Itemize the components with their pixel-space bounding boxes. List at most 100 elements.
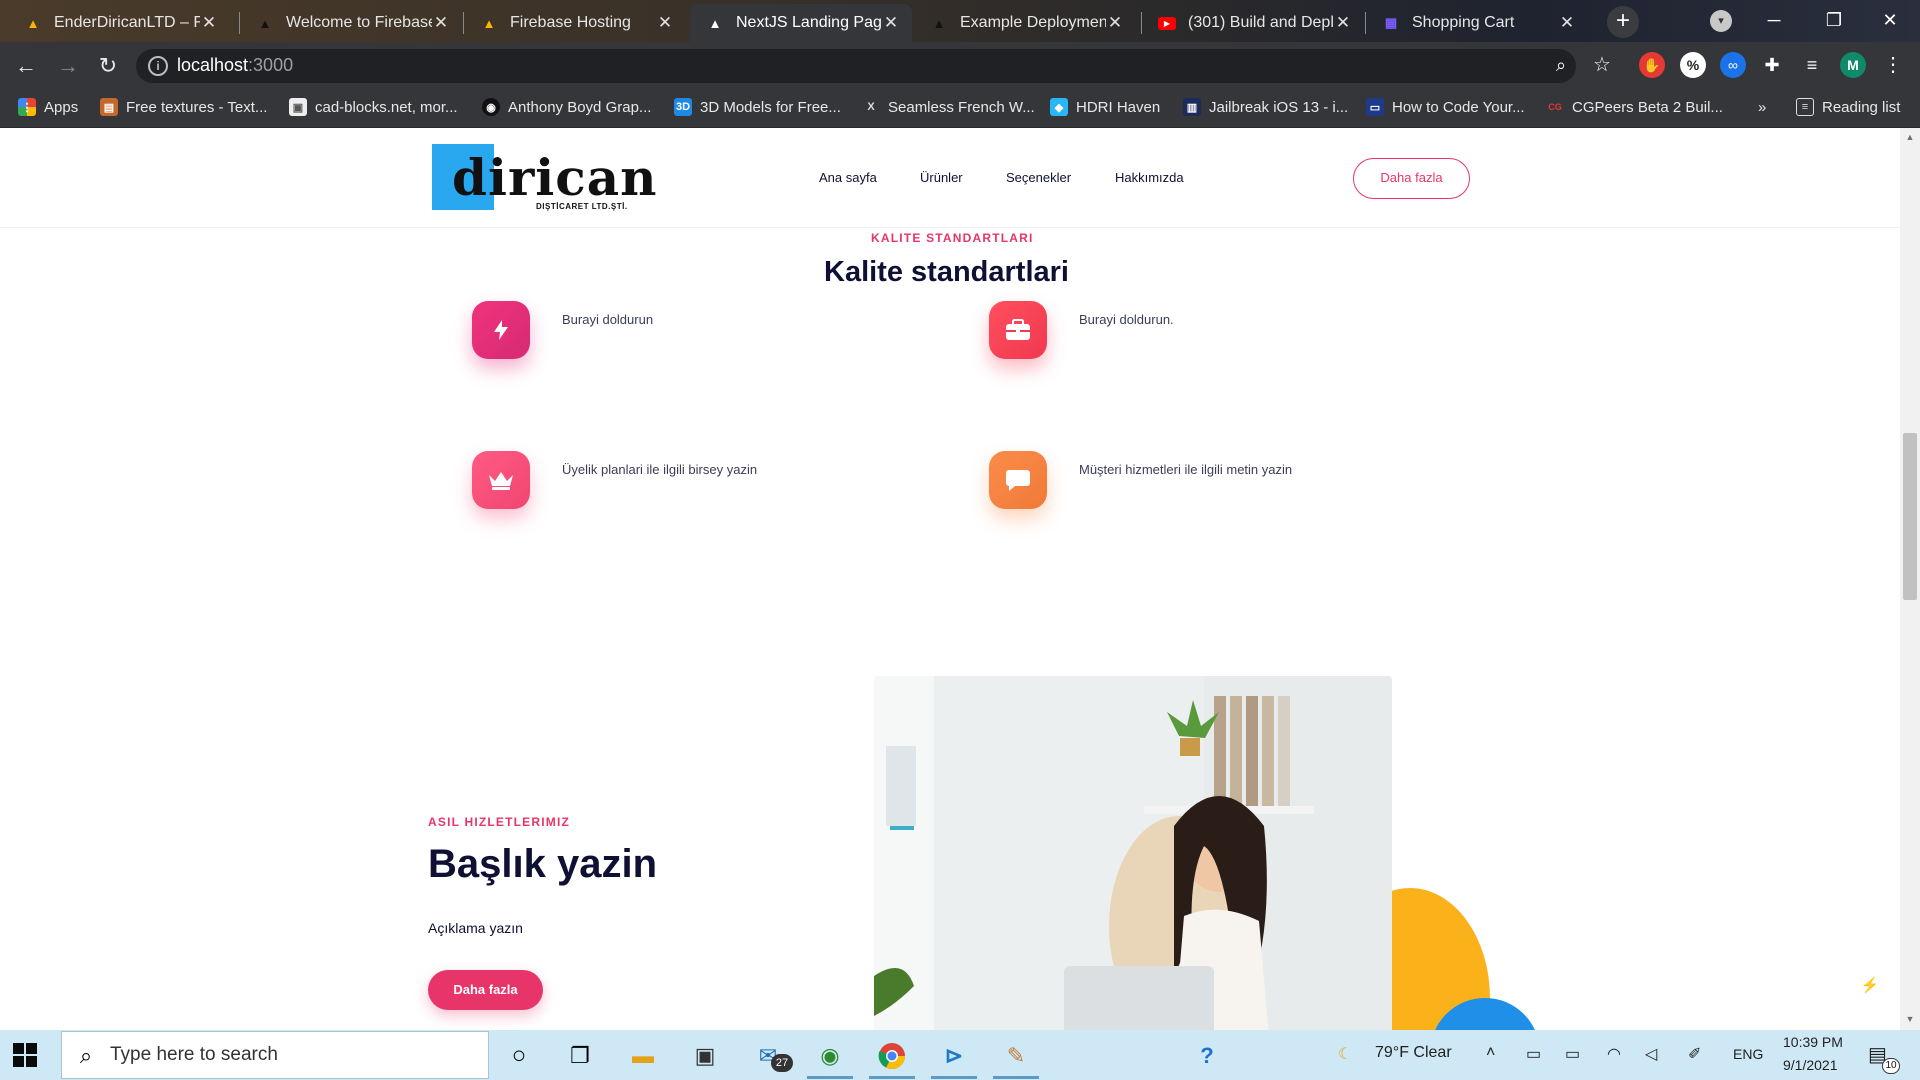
cgpeers-icon: CG [1548,102,1562,112]
utorrent-icon[interactable]: ◉ [812,1038,848,1074]
bookmark-apps[interactable]: ⋮ Apps [18,96,78,118]
meet-now-icon[interactable]: ▭ [1526,1044,1541,1064]
extension-hand-icon[interactable]: ✋ [1639,52,1665,78]
anthony-boyd-icon: ◉ [482,98,500,116]
microsoft-store-icon[interactable]: ▣ [687,1038,723,1074]
search-icon: ⌕ [79,1043,93,1068]
taskbar-running-indicator [993,1076,1039,1079]
close-icon[interactable]: ✕ [200,13,218,33]
nav-link-hakkimizda[interactable]: Hakkımızda [1115,170,1184,185]
vercel-icon: ▲ [708,15,722,31]
close-icon[interactable]: ✕ [432,13,450,33]
media-queue-icon[interactable]: ≡ [1799,52,1825,78]
quality-title: Kalite standartlari [824,256,1069,288]
close-icon[interactable]: ✕ [1558,13,1576,33]
profile-avatar[interactable]: M [1840,52,1866,78]
new-tab-button[interactable]: + [1607,6,1639,38]
bookmark-3d-models[interactable]: 3D 3D Models for Free... [674,96,841,118]
bookmark-cgpeers[interactable]: CG CGPeers Beta 2 Buil... [1546,96,1723,118]
apps-grid-icon: ⋮ [18,98,36,116]
forward-arrow-icon[interactable]: → [52,50,84,82]
youtube-icon: ▶ [1158,14,1176,32]
help-icon[interactable]: ? [1189,1038,1225,1074]
volume-icon[interactable]: ◁ [1645,1044,1657,1064]
zoom-icon[interactable]: ⌕ [1548,52,1574,78]
tab-youtube-build-deploy[interactable]: ▶ (301) Build and Deplo ✕ [1142,4,1364,42]
tab-nextjs-landing-page[interactable]: ▲ NextJS Landing Page ✕ [690,4,912,42]
file-explorer-icon[interactable]: ▬ [625,1038,661,1074]
address-bar[interactable] [136,49,1576,83]
extension-shield-icon[interactable]: % [1680,52,1706,78]
tab-example-deployment[interactable]: ▲ Example Deployment ✕ [914,4,1136,42]
feature-text-4: Müşteri hizmetleri ile ilgili metin yazi… [1079,462,1293,477]
tab-shopping-cart[interactable]: ▦ Shopping Cart ✕ [1366,4,1588,42]
back-arrow-icon[interactable]: ← [10,50,42,82]
weather-text[interactable]: 79°F Clear [1375,1044,1452,1062]
header-more-button[interactable]: Daha fazla [1353,158,1470,199]
close-icon[interactable]: ✕ [1106,13,1124,33]
scroll-down-arrow-icon[interactable]: ▼ [1904,1014,1916,1024]
bookmark-seamless-french[interactable]: X Seamless French W... [862,96,1034,118]
nav-link-secenekler[interactable]: Seçenekler [1006,170,1071,185]
logo-wordmark: dirican [452,148,658,207]
battery-icon[interactable]: ▭ [1565,1044,1580,1064]
bookmark-cad-blocks[interactable]: ▣ cad-blocks.net, mor... [289,96,458,118]
extension-infinity-icon[interactable]: ∞ [1720,52,1746,78]
nav-link-urunler[interactable]: Ürünler [920,170,963,185]
paint-icon[interactable]: ✎ [998,1038,1034,1074]
cortana-icon[interactable]: ○ [501,1038,537,1074]
vscode-icon[interactable]: ⊳ [936,1038,972,1074]
tab-welcome-firebase[interactable]: ▲ Welcome to Firebase ✕ [240,4,462,42]
bookmark-star-icon[interactable]: ☆ [1589,52,1615,78]
reload-icon[interactable]: ↻ [92,50,124,82]
clock-time[interactable]: 10:39 PM [1783,1034,1843,1050]
bookmarks-overflow-icon[interactable]: » [1758,96,1766,118]
close-icon[interactable]: ✕ [1334,13,1352,33]
tray-chevron-icon[interactable]: ˄ [1486,1044,1495,1062]
task-view-icon[interactable]: ❐ [562,1038,598,1074]
tab-firebase-hosting[interactable]: ▲ Firebase Hosting ✕ [464,4,686,42]
taskbar-running-indicator [869,1076,915,1079]
tab-search-icon[interactable]: ▾ [1710,10,1732,32]
feature-text-3: Üyelik planlari ile ilgili birsey yazin [562,462,758,477]
logo-subtitle: DIŞTİCARET LTD.ŞTİ. [536,202,628,211]
language-indicator[interactable]: ENG [1733,1046,1763,1062]
reading-list[interactable]: ≡ Reading list [1796,96,1900,118]
minimize-icon[interactable]: ─ [1746,0,1802,40]
clock-date[interactable]: 9/1/2021 [1783,1057,1838,1073]
brick-texture-icon: ▤ [100,98,118,116]
close-icon[interactable]: ✕ [656,13,674,33]
3d-models-icon: 3D [674,98,692,116]
tab-enderdiricanltd[interactable]: ▲ EnderDiricanLTD – Fire ✕ [8,4,230,42]
chrome-icon[interactable] [874,1038,910,1074]
site-header: dirican DIŞTİCARET LTD.ŞTİ. Ana sayfa Ür… [0,128,1900,228]
firebase-icon: ▲ [26,15,40,31]
nav-link-ana-sayfa[interactable]: Ana sayfa [819,170,877,185]
taskbar-search-placeholder: Type here to search [110,1044,278,1065]
windows-start-icon[interactable] [12,1042,38,1068]
scrollbar-thumb[interactable] [1903,433,1917,600]
site-info-icon[interactable]: i [148,56,168,76]
bookmark-free-textures[interactable]: ▤ Free textures - Text... [100,96,267,118]
speed-title: Başlık yazin [428,842,658,886]
bookmark-anthony-boyd[interactable]: ◉ Anthony Boyd Grap... [482,96,651,118]
wifi-icon[interactable]: ◠ [1607,1044,1621,1064]
feature-text-1: Burayi doldurun [562,312,654,327]
bookmark-hdri-haven[interactable]: ◆ HDRI Haven [1050,96,1160,118]
extensions-puzzle-icon[interactable]: ✚ [1759,52,1785,78]
address-url[interactable]: localhost:3000 [177,55,293,76]
lightning-float-icon[interactable]: ⚡ [1860,976,1880,996]
bookmark-how-to-code[interactable]: ▭ How to Code Your... [1366,96,1525,118]
menu-kebab-icon[interactable]: ⋮ [1880,52,1906,78]
close-window-icon[interactable]: ✕ [1862,0,1918,40]
jailbreak-icon: ▥ [1183,98,1201,116]
pen-icon[interactable]: ✐ [1688,1044,1701,1064]
bookmark-jailbreak-ios[interactable]: ▥ Jailbreak iOS 13 - i... [1183,96,1348,118]
close-icon[interactable]: ✕ [882,13,900,33]
site-logo[interactable]: dirican DIŞTİCARET LTD.ŞTİ. [432,144,657,214]
scroll-up-arrow-icon[interactable]: ▲ [1904,132,1916,142]
restore-icon[interactable]: ❐ [1806,0,1862,40]
speed-description: Açıklama yazın [428,920,523,936]
speed-eyebrow: ASIL HIZLETLERIMIZ [428,815,571,829]
speed-more-button[interactable]: Daha fazla [428,970,543,1010]
